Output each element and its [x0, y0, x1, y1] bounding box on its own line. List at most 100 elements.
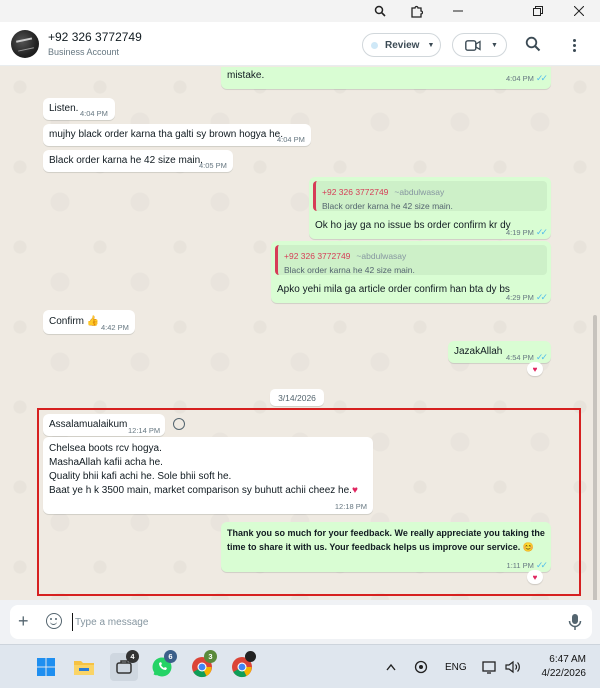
message-text: Ok ho jay ga no issue bs order confirm k… — [315, 220, 511, 231]
heart-reaction-icon[interactable]: ♥ — [527, 362, 543, 376]
notification-badge: 4 — [126, 650, 139, 663]
minimize-button[interactable] — [442, 0, 474, 22]
message-text: JazakAllah — [454, 346, 503, 357]
attach-plus-icon[interactable]: + — [18, 612, 29, 630]
message-line: MashaAllah kafii acha he. — [49, 457, 163, 468]
message-line: Quality bhii kafi achi he. Sole bhii sof… — [49, 471, 232, 482]
message-line: time to share it with us. Your feedback … — [227, 542, 534, 552]
read-ticks-icon: ✓✓ — [535, 73, 548, 83]
message-outgoing-reply[interactable]: +92 326 3772749 ~abdulwasay Black order k… — [271, 241, 551, 303]
message-incoming[interactable]: Black order karna he 42 size main. 4:05 … — [43, 150, 233, 172]
message-line: Baat ye h k 3500 main, market comparison… — [49, 485, 358, 496]
quoted-sender: +92 326 3772749 ~abdulwasay — [322, 187, 445, 197]
contact-avatar[interactable] — [11, 30, 39, 58]
review-status-dot — [371, 41, 378, 49]
message-time: 12:18 PM — [334, 502, 367, 511]
message-text: Assalamualaikum — [49, 419, 128, 430]
message-time: 4:04 PM ✓✓ — [505, 73, 548, 83]
restore-button[interactable] — [522, 0, 554, 22]
search-button[interactable] — [525, 36, 545, 56]
review-button[interactable]: Review ▼ — [362, 33, 441, 57]
profile-avatar-badge — [245, 651, 256, 662]
chrome-profile-icon[interactable] — [228, 651, 256, 681]
notification-badge: 3 — [204, 650, 217, 663]
quoted-message[interactable]: +92 326 3772749 ~abdulwasay Black order k… — [275, 245, 547, 275]
tray-chevron-up-icon[interactable] — [386, 645, 396, 688]
message-incoming[interactable]: Assalamualaikum 12:14 PM — [43, 414, 165, 436]
quoted-message[interactable]: +92 326 3772749 ~abdulwasay Black order k… — [313, 181, 547, 211]
volume-icon[interactable] — [505, 645, 521, 688]
message-text: mistake. — [227, 70, 265, 81]
message-line: Thank you so much for your feedback. We … — [227, 528, 545, 538]
message-input[interactable] — [72, 613, 552, 631]
chat-messages-area[interactable]: mistake. 4:04 PM ✓✓ Listen. 4:04 PM mujhy… — [0, 67, 600, 600]
chevron-down-icon: ▼ — [491, 41, 498, 49]
more-options-icon[interactable] — [566, 35, 582, 55]
video-call-button[interactable]: ▼ — [452, 33, 507, 57]
message-text: Black order karna he 42 size main. — [49, 155, 203, 166]
message-composer: + — [0, 600, 600, 644]
message-text: mujhy black order karna tha galti sy bro… — [49, 129, 284, 140]
start-windows-icon[interactable] — [32, 653, 60, 681]
windows-taskbar: 4 6 3 ENG 6:47 AM 4/22/2026 — [0, 644, 600, 688]
smiling-face-icon: 😊 — [522, 542, 534, 552]
chat-header: +92 326 3772749 Business Account Review … — [0, 22, 600, 66]
message-time: 4:04 PM — [80, 109, 108, 118]
message-text: Listen. — [49, 103, 79, 114]
chevron-down-icon: ▼ — [427, 41, 435, 49]
react-emoji-icon[interactable] — [173, 418, 185, 430]
message-text: Apko yehi mila ga article order confirm … — [277, 284, 510, 295]
date-separator: 3/14/2026 — [270, 389, 324, 406]
chrome-icon[interactable]: 3 — [188, 650, 217, 681]
quoted-text: Black order karna he 42 size main. — [322, 201, 453, 211]
message-incoming[interactable]: Confirm 👍 4:42 PM — [43, 310, 135, 334]
notification-badge: 6 — [164, 650, 177, 663]
message-time: 4:04 PM — [277, 135, 305, 144]
heart-reaction-icon[interactable]: ♥ — [527, 570, 543, 584]
extension-icon[interactable] — [400, 0, 432, 22]
read-ticks-icon: ✓✓ — [535, 352, 548, 362]
whatsapp-icon[interactable]: 6 — [148, 650, 177, 681]
read-ticks-icon: ✓✓ — [535, 227, 548, 237]
message-time: 12:14 PM — [128, 426, 161, 435]
message-incoming[interactable]: Listen. 4:04 PM — [43, 98, 115, 120]
zoom-icon[interactable] — [364, 0, 396, 22]
red-heart-icon: ♥ — [351, 485, 358, 496]
file-explorer-icon[interactable] — [70, 653, 98, 681]
message-incoming[interactable]: Chelsea boots rcv hogya. MashaAllah kafi… — [43, 437, 373, 514]
video-camera-icon — [465, 39, 481, 51]
composer-field: + — [10, 605, 592, 639]
contact-name[interactable]: +92 326 3772749 — [48, 30, 142, 44]
quoted-text: Black order karna he 42 size main. — [284, 265, 415, 275]
quoted-sender: +92 326 3772749 ~abdulwasay — [284, 251, 407, 261]
message-line: Chelsea boots rcv hogya. — [49, 443, 162, 454]
message-time: 4:29 PM ✓✓ — [505, 292, 548, 302]
contact-subtitle: Business Account — [48, 47, 120, 57]
review-label: Review — [385, 39, 420, 51]
message-outgoing[interactable]: mistake. 4:04 PM ✓✓ — [221, 67, 551, 89]
taskbar-app-icon[interactable]: 4 — [110, 650, 139, 681]
message-outgoing-reply[interactable]: +92 326 3772749 ~abdulwasay Black order k… — [309, 177, 551, 239]
clock-date: 4/22/2026 — [541, 668, 587, 679]
thumbs-up-icon: 👍 — [86, 316, 100, 327]
message-text: Confirm 👍 — [49, 316, 100, 327]
clock-time: 6:47 AM — [549, 654, 586, 665]
read-ticks-icon: ✓✓ — [535, 560, 548, 570]
language-indicator[interactable]: ENG — [445, 645, 467, 688]
clock[interactable]: 6:47 AM 4/22/2026 — [536, 645, 587, 688]
message-time: 4:19 PM ✓✓ — [505, 227, 548, 237]
network-icon[interactable] — [482, 645, 498, 688]
window-titlebar — [0, 0, 600, 22]
message-outgoing[interactable]: JazakAllah 4:54 PM ✓✓ — [448, 341, 551, 363]
message-time: 4:05 PM — [199, 161, 227, 170]
message-incoming[interactable]: mujhy black order karna tha galti sy bro… — [43, 124, 311, 146]
message-time: 4:42 PM — [101, 323, 129, 332]
sticker-emoji-icon[interactable] — [46, 613, 62, 629]
message-outgoing[interactable]: Thank you so much for your feedback. We … — [221, 522, 551, 572]
search-icon — [525, 36, 541, 52]
tray-app-icon[interactable] — [414, 645, 428, 688]
read-ticks-icon: ✓✓ — [535, 292, 548, 302]
microphone-icon[interactable] — [568, 613, 582, 631]
chat-scrollbar[interactable] — [593, 315, 597, 600]
close-button[interactable] — [563, 0, 595, 22]
